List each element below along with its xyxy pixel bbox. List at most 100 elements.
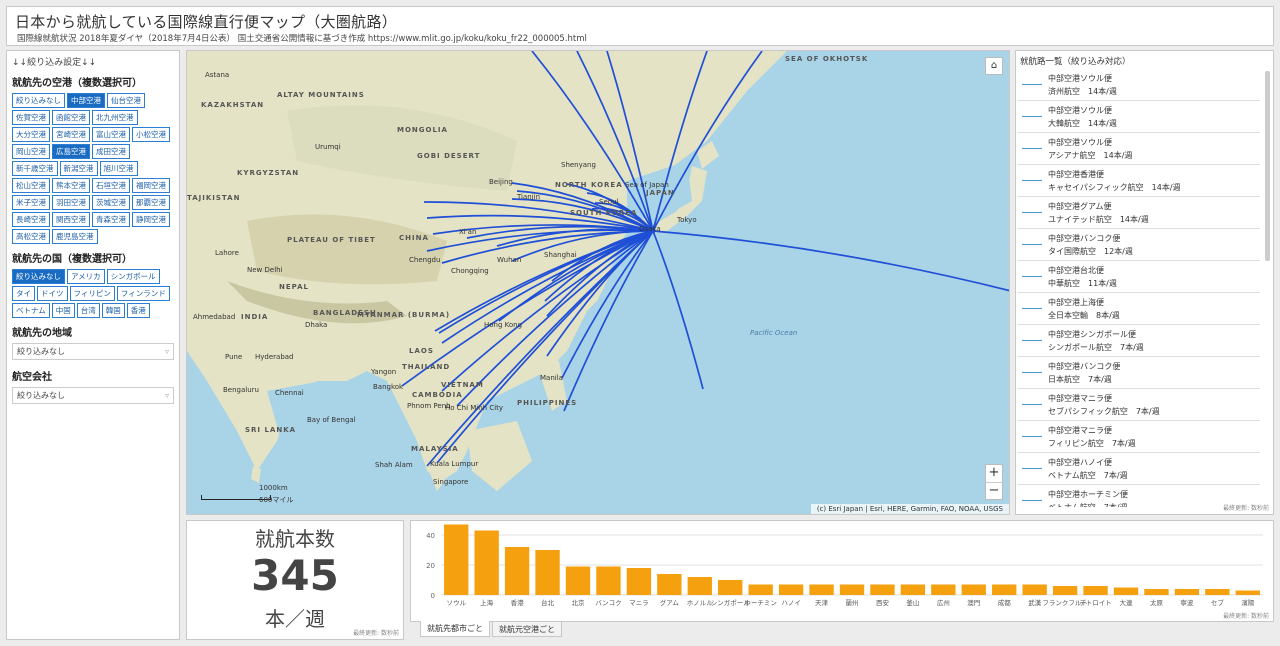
country-button[interactable]: フィンランド	[116, 286, 170, 301]
route-list-item[interactable]: 中部空港シンガポール便 シンガポール航空 7本/週	[1018, 325, 1260, 357]
airport-button[interactable]: 仙台空港	[107, 93, 145, 108]
country-button[interactable]: シンガポール	[106, 269, 160, 284]
route-list-item[interactable]: 中部空港バンコク便 タイ国際航空 12本/週	[1018, 229, 1260, 261]
airport-button[interactable]: 米子空港	[12, 195, 50, 210]
airport-button[interactable]: 成田空港	[92, 144, 130, 159]
zoom-out-button[interactable]: −	[986, 482, 1002, 499]
route-list-item[interactable]: 中部空港マニラ便 フィリピン航空 7本/週	[1018, 421, 1260, 453]
airport-button[interactable]: 広島空港	[52, 144, 90, 159]
airport-button[interactable]: 関西空港	[52, 212, 90, 227]
airline-select[interactable]: 絞り込みなし ▿	[12, 387, 174, 404]
airport-button[interactable]: 松山空港	[12, 178, 50, 193]
airport-button[interactable]: 北九州空港	[92, 110, 138, 125]
bar	[1052, 586, 1078, 595]
route-color-swatch	[1022, 244, 1042, 245]
airport-button[interactable]: 絞り込みなし	[12, 93, 65, 108]
route-list-item[interactable]: 中部空港ソウル便 済州航空 14本/週	[1018, 69, 1260, 101]
route-list-item[interactable]: 中部空港グアム便 ユナイテッド航空 14本/週	[1018, 197, 1260, 229]
airport-button[interactable]: 那覇空港	[132, 195, 170, 210]
x-tick-label: 太原	[1150, 598, 1164, 607]
airport-button[interactable]: 石垣空港	[92, 178, 130, 193]
route-list-panel: 就航路一覧（絞り込み対応） 中部空港ソウル便 済州航空 14本/週 中部空港ソウル便…	[1015, 50, 1274, 515]
airport-button[interactable]: 新潟空港	[59, 161, 98, 176]
zoom-in-button[interactable]: +	[986, 465, 1002, 482]
airport-button[interactable]: 羽田空港	[52, 195, 90, 210]
country-button[interactable]: アメリカ	[67, 269, 105, 284]
airport-button[interactable]: 富山空港	[92, 127, 130, 142]
x-tick-label: ホノルル	[687, 599, 714, 607]
map-label: Dhaka	[305, 321, 328, 329]
country-button[interactable]: ドイツ	[37, 286, 68, 301]
y-tick-label: 0	[431, 592, 435, 600]
route-list-item[interactable]: 中部空港ハノイ便 ベトナム航空 7本/週	[1018, 453, 1260, 485]
region-select[interactable]: 絞り込みなし ▿	[12, 343, 174, 360]
x-tick-label: 上海	[480, 598, 494, 607]
country-button[interactable]: タイ	[12, 286, 35, 301]
x-tick-label: 天津	[815, 599, 829, 607]
map-label: KAZAKHSTAN	[201, 101, 265, 109]
route-map[interactable]: Astana KAZAKHSTAN ALTAY MOUNTAINS MONGOLIA U…	[186, 50, 1010, 515]
airport-button[interactable]: 大分空港	[12, 127, 50, 142]
country-button[interactable]: 中国	[51, 303, 75, 318]
airport-button[interactable]: 岡山空港	[12, 144, 50, 159]
airport-button[interactable]: 福岡空港	[132, 178, 170, 193]
route-color-swatch	[1022, 468, 1042, 469]
route-list-item[interactable]: 中部空港上海便 全日本空輸 8本/週	[1018, 293, 1260, 325]
bar	[687, 577, 712, 595]
route-airline: 済州航空 14本/週	[1048, 87, 1117, 96]
route-color-swatch	[1022, 372, 1042, 373]
bar	[809, 584, 834, 595]
airport-button[interactable]: 茨城空港	[92, 195, 130, 210]
airport-filter-heading: 就航先の空港（複数選択可）	[12, 78, 142, 89]
map-label: PHILIPPINES	[517, 399, 578, 407]
country-button[interactable]: 絞り込みなし	[12, 269, 65, 284]
airport-button[interactable]: 函館空港	[52, 110, 90, 125]
airport-button[interactable]: 新千歳空港	[12, 161, 58, 176]
airport-button[interactable]: 中部空港	[67, 93, 105, 108]
x-tick-label: 広州	[937, 598, 950, 607]
airport-button[interactable]: 旭川空港	[99, 161, 138, 176]
route-list-item[interactable]: 中部空港台北便 中華航空 11本/週	[1018, 261, 1260, 293]
x-tick-label: バンコク	[595, 599, 621, 607]
x-tick-label: 釜山	[906, 598, 919, 607]
tab-by-destination[interactable]: 就航先都市ごと	[420, 621, 490, 637]
airport-button[interactable]: 小松空港	[132, 127, 170, 142]
region-select-value: 絞り込みなし	[17, 347, 65, 356]
map-label: SEA OF OKHOTSK	[785, 55, 869, 63]
x-tick-label: 北京	[572, 598, 586, 607]
home-icon[interactable]: ⌂	[985, 57, 1003, 75]
map-label: Pacific Ocean	[750, 329, 798, 337]
route-list-item[interactable]: 中部空港ソウル便 アシアナ航空 14本/週	[1018, 133, 1260, 165]
bar	[900, 584, 926, 595]
country-button[interactable]: ベトナム	[12, 303, 50, 318]
tab-by-origin[interactable]: 就航元空港ごと	[492, 621, 562, 637]
country-button[interactable]: フィリピン	[69, 286, 115, 301]
airport-button[interactable]: 鹿児島空港	[52, 229, 98, 244]
bar	[1113, 587, 1139, 595]
page-title: 日本から就航している国際線直行便マップ（大圏航路）	[15, 13, 398, 31]
airport-button[interactable]: 青森空港	[92, 212, 130, 227]
airport-button[interactable]: 長崎空港	[12, 212, 50, 227]
airport-button[interactable]: 佐賀空港	[12, 110, 50, 125]
map-label: Yangon	[371, 368, 397, 376]
filter-panel-title: ↓↓絞り込み設定↓↓	[12, 58, 97, 68]
map-label: Pune	[225, 353, 243, 361]
x-tick-label: 西安	[876, 598, 890, 607]
country-button[interactable]: 香港	[126, 303, 150, 318]
route-list-item[interactable]: 中部空港香港便 キャセイパシフィック航空 14本/週	[1018, 165, 1260, 197]
country-button[interactable]: 台湾	[76, 303, 100, 318]
route-list[interactable]: 中部空港ソウル便 済州航空 14本/週 中部空港ソウル便 大韓航空 14本/週 中部空港…	[1016, 69, 1266, 507]
route-list-item[interactable]: 中部空港マニラ便 セブパシフィック航空 7本/週	[1018, 389, 1260, 421]
route-list-item[interactable]: 中部空港ソウル便 大韓航空 14本/週	[1018, 101, 1260, 133]
x-tick-label: ハノイ	[781, 599, 801, 607]
airport-button[interactable]: 高松空港	[12, 229, 50, 244]
country-button[interactable]: 韓国	[101, 303, 125, 318]
bar	[778, 584, 804, 595]
route-list-item[interactable]: 中部空港バンコク便 日本航空 7本/週	[1018, 357, 1260, 389]
map-label: Sea of Japan	[625, 181, 669, 189]
airport-button[interactable]: 宮崎空港	[52, 127, 90, 142]
airport-button[interactable]: 静岡空港	[132, 212, 170, 227]
y-tick-label: 20	[426, 562, 435, 570]
route-list-scrollbar[interactable]	[1265, 71, 1270, 261]
airport-button[interactable]: 熊本空港	[52, 178, 90, 193]
